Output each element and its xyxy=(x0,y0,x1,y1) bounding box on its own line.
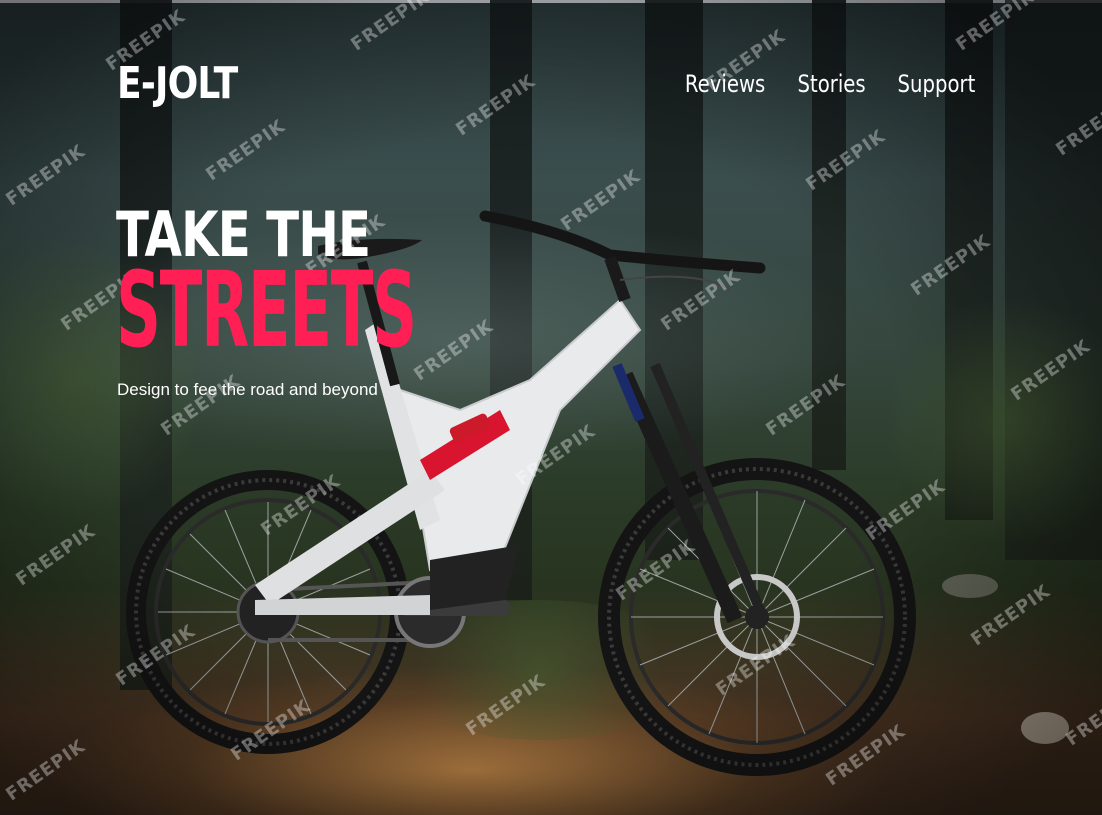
nav-link-reviews[interactable]: Reviews xyxy=(685,70,765,98)
nav-link-support[interactable]: Support xyxy=(898,70,976,98)
vignette-overlay xyxy=(0,0,1102,815)
hero-headline-line2: STREETS xyxy=(116,249,417,371)
brand-logo[interactable]: E-JOLT xyxy=(117,58,238,109)
nav-link-stories[interactable]: Stories xyxy=(797,70,865,98)
hero-section: FREEPIK FREEPIK FREEPIK FREEPIK FREEPIK … xyxy=(0,0,1102,815)
hero-tagline: Design to fee the road and beyond xyxy=(117,380,378,399)
main-nav: Reviews Stories Support xyxy=(676,70,984,98)
